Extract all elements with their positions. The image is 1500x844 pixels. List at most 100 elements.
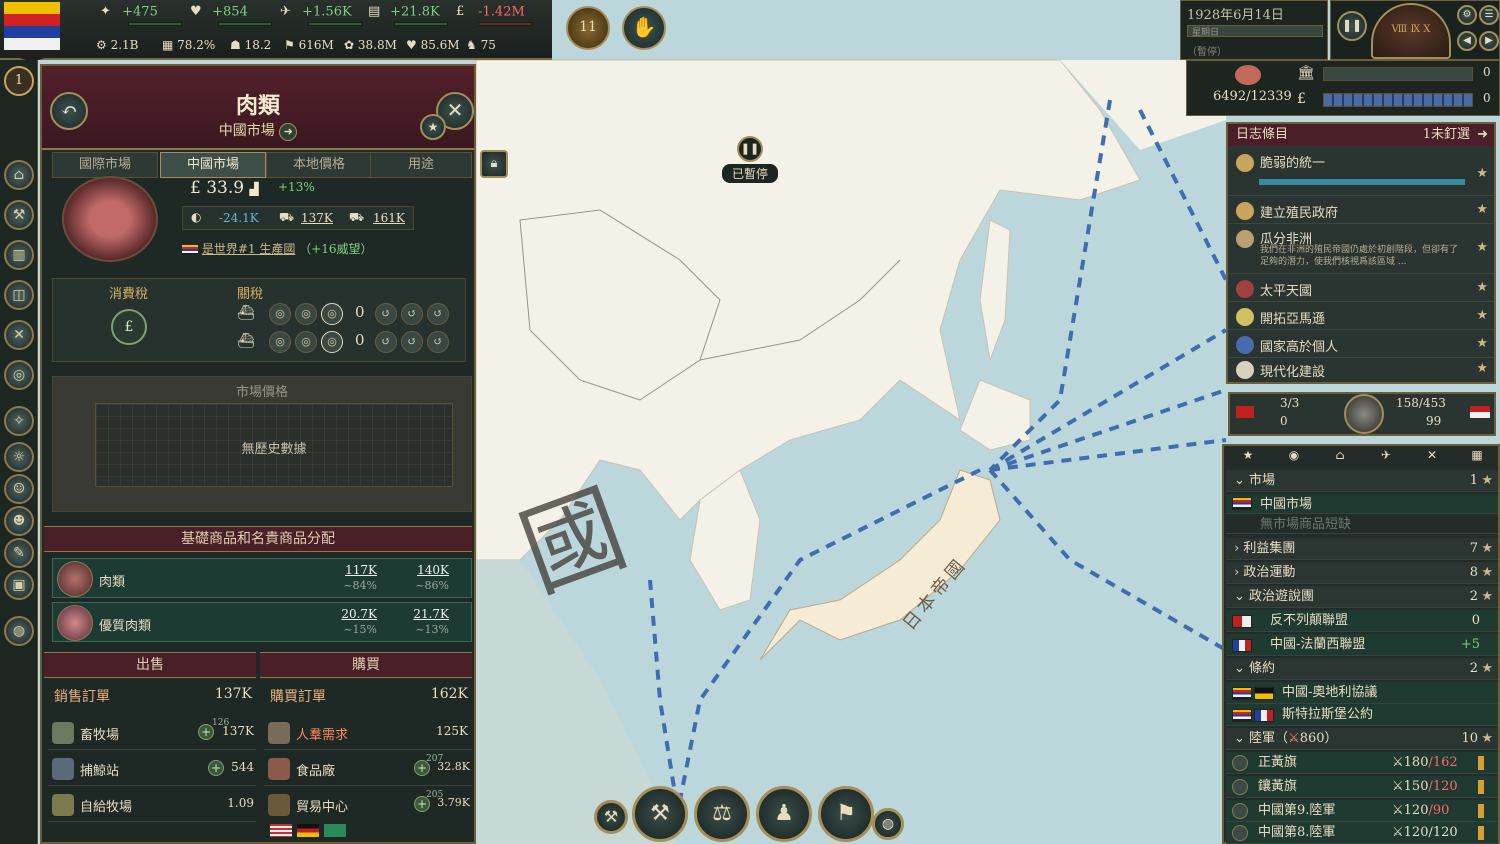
government-icon[interactable]: ⌂ xyxy=(4,160,34,190)
outliner-lobby-item[interactable]: 反不列顛聯盟 0 xyxy=(1226,610,1498,632)
diplomacy-hand-button[interactable]: ✋ xyxy=(622,6,666,50)
pop-icon[interactable]: ☺ xyxy=(4,474,34,504)
outliner-treaties-header[interactable]: ⌄ 條約 2 ★ xyxy=(1226,658,1498,680)
star-tab-icon[interactable]: ★ xyxy=(1226,448,1270,462)
economy-tab-icon[interactable]: ◉ xyxy=(1272,448,1316,462)
politics-icon[interactable]: ✧ xyxy=(4,406,34,436)
grid-tab-icon[interactable]: ▦ xyxy=(1456,448,1498,462)
resource-authority[interactable]: ✦ +475 xyxy=(100,4,158,20)
speed-up-icon[interactable]: ▶ xyxy=(1479,31,1499,51)
star-icon[interactable]: ★ xyxy=(1476,336,1488,351)
outliner-ig-header[interactable]: › 利益集團 7 ★ xyxy=(1226,538,1498,560)
journal-item[interactable]: 現代化建設 ★ xyxy=(1228,358,1494,382)
tariff-export-option-4[interactable]: ↺ xyxy=(375,331,397,353)
stat-literacy[interactable]: ▦ 78.2% xyxy=(162,38,215,52)
star-icon[interactable]: ★ xyxy=(1476,202,1488,217)
military-tab-icon[interactable]: ✕ xyxy=(1410,448,1454,462)
seller-row[interactable]: 捕鯨站 + 544 xyxy=(48,752,256,786)
tariff-option-2[interactable]: ◎ xyxy=(295,303,317,325)
tariff-export-option-1[interactable]: ◎ xyxy=(269,331,291,353)
pin-button[interactable]: ★ xyxy=(420,114,446,140)
tab-china-market[interactable]: 中國市場 xyxy=(160,152,266,178)
panel-subtitle[interactable]: 中國市場 ➜ xyxy=(42,120,474,141)
outliner-army-header[interactable]: ⌄ 陸軍（⚔860） 10 ★ xyxy=(1226,728,1498,750)
tariff-export-option-6[interactable]: ↺ xyxy=(427,331,449,353)
game-speed-clock[interactable]: ❚❚ Ⅷ Ⅸ Ⅹ ⚙ ☰ ◀ ▶ xyxy=(1330,0,1500,60)
trade-partner-flags[interactable] xyxy=(270,822,350,837)
tariff-export-option-3[interactable]: ◎ xyxy=(321,331,343,353)
build-mode-button[interactable]: ⚒ xyxy=(594,800,628,834)
construction-button[interactable]: ⚒ xyxy=(632,786,688,842)
resource-bureaucracy[interactable]: ✈ +1.56K xyxy=(280,4,352,20)
globe-icon[interactable]: ◍ xyxy=(4,616,34,646)
good-row-meat[interactable]: 肉類 117K ~84% 140K ~86% xyxy=(52,558,472,598)
sell-orders-link[interactable]: 161K xyxy=(373,211,405,225)
diplomacy-icon[interactable]: ◎ xyxy=(4,360,34,390)
journal-item[interactable]: 太平天國 ★ xyxy=(1228,276,1494,302)
government-tab-icon[interactable]: ⌂ xyxy=(1318,448,1362,462)
stat-sol[interactable]: ☗ 18.2 xyxy=(230,38,271,52)
map-mode-button[interactable]: ◍ xyxy=(872,808,904,840)
outliner-treaty-item[interactable]: 斯特拉斯堡公約 xyxy=(1226,704,1498,726)
menu-icon[interactable]: ☰ xyxy=(1479,5,1499,25)
tariff-option-6[interactable]: ↺ xyxy=(427,303,449,325)
outliner-market-header[interactable]: ⌄ 市場 1 ★ xyxy=(1226,470,1498,492)
market-price[interactable]: £ 33.9 ▟ xyxy=(190,178,259,198)
star-icon[interactable]: ★ xyxy=(1476,361,1488,376)
journal-item[interactable]: 開拓亞馬遜 ★ xyxy=(1228,304,1494,330)
star-icon[interactable]: ★ xyxy=(1476,308,1488,323)
journal-header[interactable]: 日志條目 1未釘選 ➜ xyxy=(1228,124,1494,146)
resource-influence[interactable]: ♥ +854 xyxy=(190,4,248,20)
tariff-option-3[interactable]: ◎ xyxy=(321,303,343,325)
military-icon[interactable]: ✕ xyxy=(4,320,34,350)
ledger-icon[interactable]: ▣ xyxy=(4,570,34,600)
diplomacy-tab-icon[interactable]: ✈ xyxy=(1364,448,1408,462)
good-row-fine-meat[interactable]: 優質肉類 20.7K ~15% 21.7K ~13% xyxy=(52,602,472,642)
journal-item[interactable]: 國家高於個人 ★ xyxy=(1228,332,1494,358)
tariff-option-1[interactable]: ◎ xyxy=(269,303,291,325)
resource-innovation[interactable]: ▤ +21.8K xyxy=(368,4,440,20)
outliner-lobbies-header[interactable]: ⌄ 政治遊說團 2 ★ xyxy=(1226,586,1498,608)
journal-item[interactable]: 脆弱的統一 ★ xyxy=(1228,148,1494,196)
market-icon[interactable]: ◫ xyxy=(4,280,34,310)
stat-workforce[interactable]: ✿ 38.8M xyxy=(344,38,397,52)
tariff-export-option-2[interactable]: ◎ xyxy=(295,331,317,353)
settings-icon[interactable]: ⚙ xyxy=(1457,5,1477,25)
country-flag[interactable] xyxy=(4,2,60,62)
consumption-tax-button[interactable]: £ xyxy=(111,309,147,345)
outliner-movements-header[interactable]: › 政治運動 8 ★ xyxy=(1226,562,1498,584)
seller-row[interactable]: 自給牧場 1.09 xyxy=(48,788,256,822)
military-button[interactable]: ⚑ xyxy=(818,786,874,842)
outliner-army-item[interactable]: 鑲黃旗 ⚔150/120 xyxy=(1226,776,1498,798)
back-button[interactable]: ↶ xyxy=(50,92,88,130)
tab-international-market[interactable]: 國際市場 xyxy=(52,152,158,178)
seller-row[interactable]: 畜牧場 + 126 137K xyxy=(48,716,256,750)
trade-button[interactable]: ⚖ xyxy=(694,786,750,842)
star-icon[interactable]: ★ xyxy=(1476,166,1488,181)
tariff-option-4[interactable]: ↺ xyxy=(375,303,397,325)
date-box[interactable]: 1928年6月14日 星期日 （暫停） xyxy=(1180,0,1328,60)
buyer-row[interactable]: 貿易中心 + 205 3.79K xyxy=(264,788,472,822)
culture-icon[interactable]: ☻ xyxy=(4,506,34,536)
tab-usage[interactable]: 用途 xyxy=(370,152,472,178)
outliner-lobby-item[interactable]: 中國-法蘭西聯盟 +5 xyxy=(1226,634,1498,656)
buyer-row[interactable]: 人羣需求 125K xyxy=(264,716,472,750)
stat-employed[interactable]: ♥ 85.6M xyxy=(406,38,460,52)
lock-button[interactable]: 🔒︎ xyxy=(480,150,508,178)
pause-button[interactable]: ❚❚ xyxy=(1337,11,1367,41)
speed-down-icon[interactable]: ◀ xyxy=(1457,31,1477,51)
journal-item[interactable]: 建立殖民政府 ★ xyxy=(1228,198,1494,224)
journal-icon[interactable]: ✎ xyxy=(4,538,34,568)
military-summary[interactable]: 3/3 0 158/453 99 xyxy=(1228,392,1496,436)
tech-icon[interactable]: ☼ xyxy=(4,442,34,472)
star-icon[interactable]: ★ xyxy=(1476,280,1488,295)
outliner-treaty-item[interactable]: 中國-奧地利協議 xyxy=(1226,682,1498,704)
star-icon[interactable]: ★ xyxy=(1476,240,1488,255)
buy-orders-link[interactable]: 137K xyxy=(301,211,333,225)
economy-icon[interactable]: ⚒ xyxy=(4,200,34,230)
journal-item[interactable]: 瓜分非洲 我們在非洲的殖民帝國仍處於初創階段，但卻有了足夠的潛力，使我們核視爲該… xyxy=(1228,226,1494,274)
outliner-army-item[interactable]: 中國第8.陸軍 ⚔120/120 xyxy=(1226,822,1498,844)
buyer-row[interactable]: 食品廠 + 207 32.8K xyxy=(264,752,472,786)
politics-button[interactable]: ♟ xyxy=(756,786,812,842)
resource-money[interactable]: £ -1.42M xyxy=(456,4,525,20)
